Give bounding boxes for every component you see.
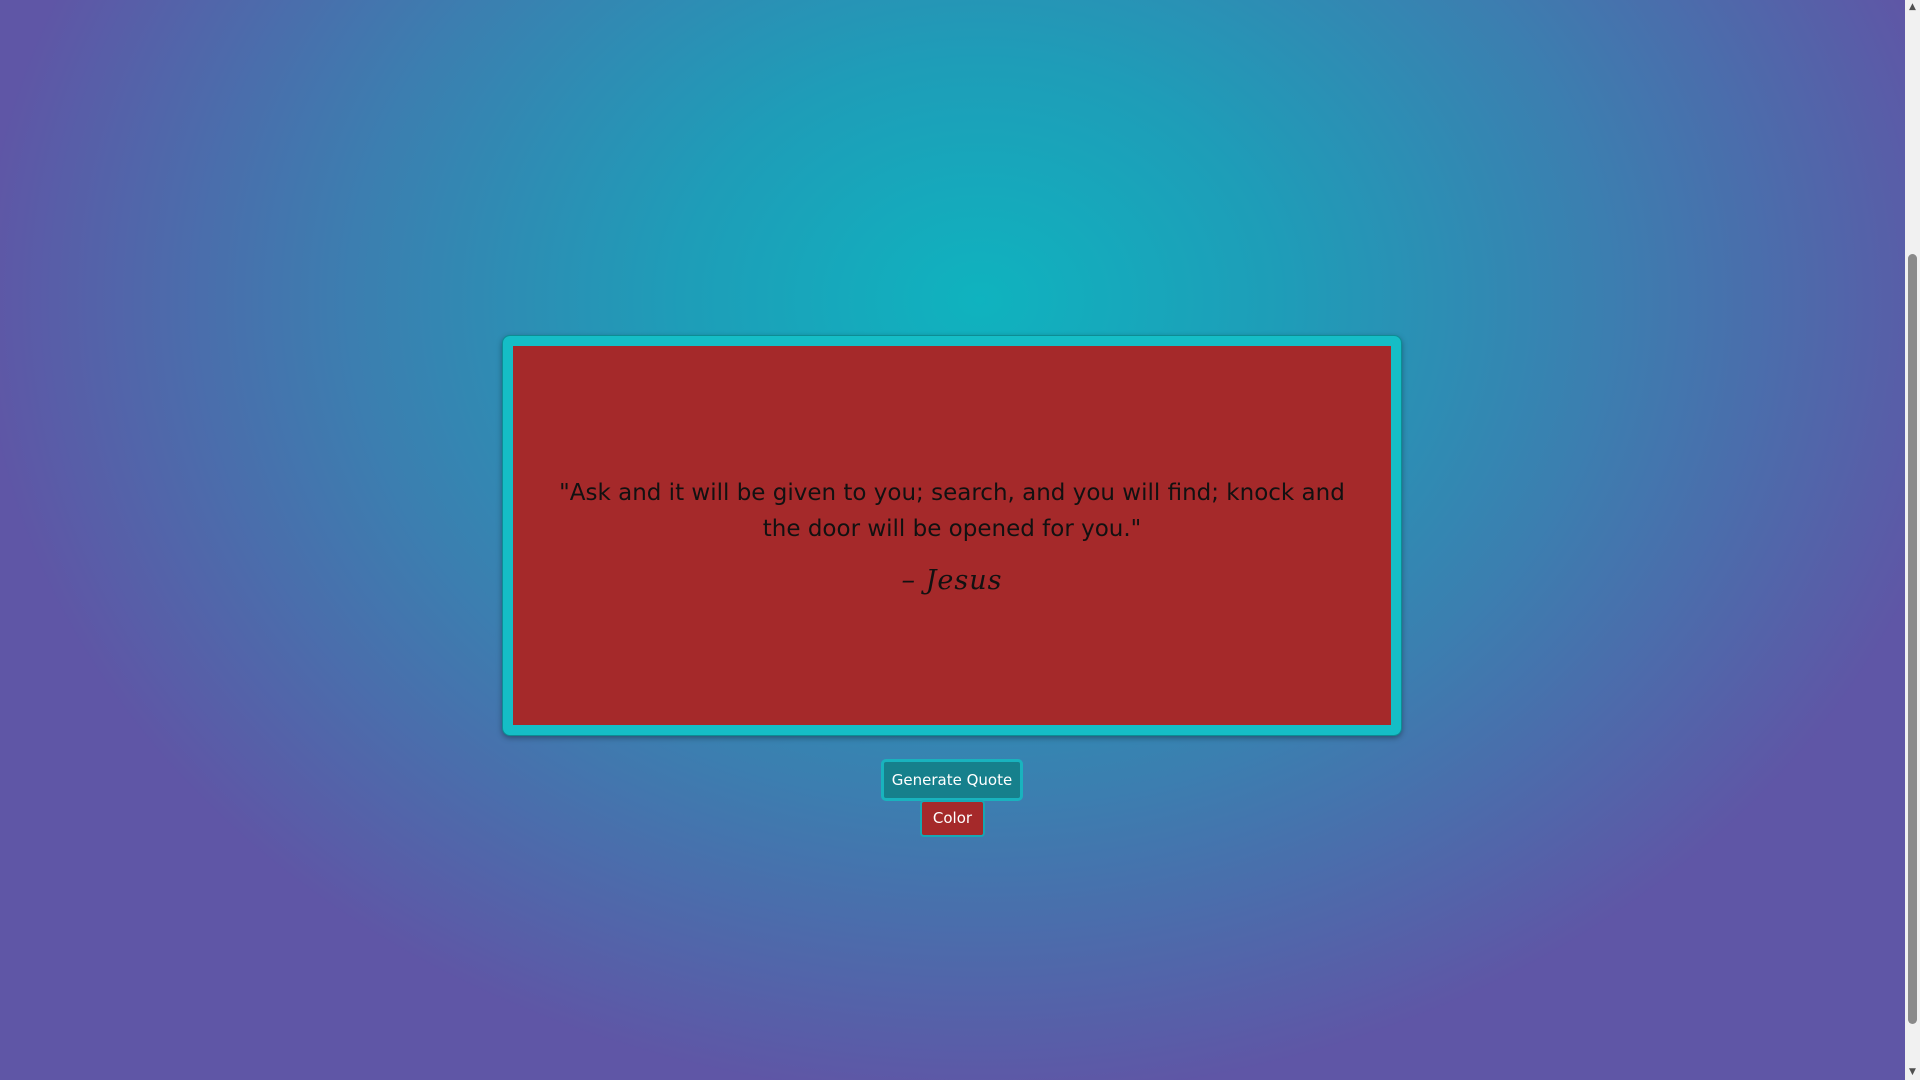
page-background: "Ask and it will be given to you; search… bbox=[0, 0, 1905, 1080]
color-button[interactable]: Color bbox=[920, 800, 985, 837]
quote-author: – Jesus bbox=[901, 565, 1003, 596]
quote-card: "Ask and it will be given to you; search… bbox=[513, 346, 1391, 725]
vertical-scrollbar[interactable]: ▲ ▼ bbox=[1905, 0, 1920, 1080]
generate-quote-button[interactable]: Generate Quote bbox=[881, 759, 1023, 801]
quote-text: "Ask and it will be given to you; search… bbox=[559, 480, 1345, 542]
scroll-up-arrow-icon[interactable]: ▲ bbox=[1905, 0, 1920, 15]
scroll-down-arrow-icon[interactable]: ▼ bbox=[1905, 1065, 1920, 1080]
scrollbar-thumb[interactable] bbox=[1908, 254, 1917, 1024]
quote-box: "Ask and it will be given to you; search… bbox=[502, 335, 1402, 736]
